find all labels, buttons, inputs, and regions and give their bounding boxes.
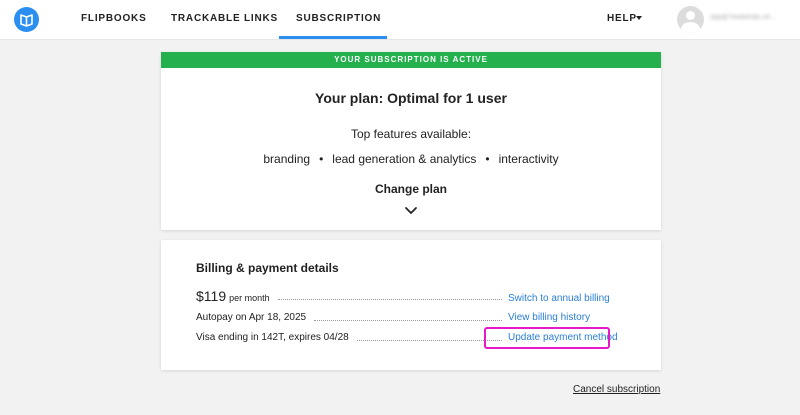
- user-icon-head: [686, 11, 695, 20]
- switch-annual-billing-link[interactable]: Switch to annual billing: [508, 293, 636, 304]
- bullet-separator: •: [485, 152, 490, 166]
- price-text: $119 per month: [196, 288, 270, 304]
- subscription-status-banner: YOUR SUBSCRIPTION IS ACTIVE: [161, 52, 661, 68]
- view-billing-history-link[interactable]: View billing history: [508, 312, 636, 323]
- price-amount: $119: [196, 288, 227, 304]
- billing-heading: Billing & payment details: [196, 261, 339, 275]
- features-heading: Top features available:: [350, 127, 472, 141]
- nav-tab-flipbooks[interactable]: FLIPBOOKS: [81, 13, 147, 24]
- billing-card: Billing & payment details $119 per month …: [161, 240, 661, 370]
- user-email[interactable]: vpp@7ewb4ndz.c4...: [710, 14, 775, 21]
- features-list: branding • lead generation & analytics •…: [161, 152, 661, 166]
- plan-title: Your plan: Optimal for 1 user: [315, 90, 507, 106]
- app-logo-icon[interactable]: [14, 7, 39, 32]
- help-menu[interactable]: HELP: [607, 13, 637, 24]
- feature-item: branding: [263, 152, 311, 166]
- plan-card: YOUR SUBSCRIPTION IS ACTIVE Your plan: O…: [161, 52, 661, 230]
- feature-item: interactivity: [498, 152, 559, 166]
- dotted-leader: [277, 298, 502, 300]
- dotted-leader: [356, 340, 502, 341]
- bullet-separator: •: [319, 152, 324, 166]
- avatar[interactable]: [677, 6, 704, 33]
- chevron-down-icon[interactable]: [636, 16, 642, 20]
- nav-tab-trackable-links[interactable]: TRACKABLE LINKS: [171, 13, 278, 24]
- billing-row-price: $119 per month Switch to annual billing: [196, 288, 636, 304]
- update-payment-method-link[interactable]: Update payment method: [508, 332, 636, 343]
- card-details-text: Visa ending in 142T, expires 04/28: [196, 332, 349, 343]
- feature-item: lead generation & analytics: [332, 152, 477, 166]
- book-icon: [20, 14, 33, 27]
- nav-tab-subscription[interactable]: SUBSCRIPTION: [296, 13, 381, 24]
- chevron-down-icon[interactable]: [404, 206, 418, 216]
- active-tab-indicator: [279, 36, 387, 39]
- billing-row-autopay: Autopay on Apr 18, 2025 View billing his…: [196, 312, 636, 323]
- cancel-subscription-link[interactable]: Cancel subscription: [573, 384, 660, 395]
- change-plan-button[interactable]: Change plan: [161, 182, 661, 196]
- autopay-date-text: Autopay on Apr 18, 2025: [196, 312, 307, 323]
- top-navigation: FLIPBOOKS TRACKABLE LINKS SUBSCRIPTION H…: [0, 0, 800, 40]
- dotted-leader: [314, 320, 502, 321]
- price-period: per month: [229, 293, 270, 303]
- user-icon-body: [681, 22, 700, 33]
- billing-row-card: Visa ending in 142T, expires 04/28 Updat…: [196, 332, 636, 343]
